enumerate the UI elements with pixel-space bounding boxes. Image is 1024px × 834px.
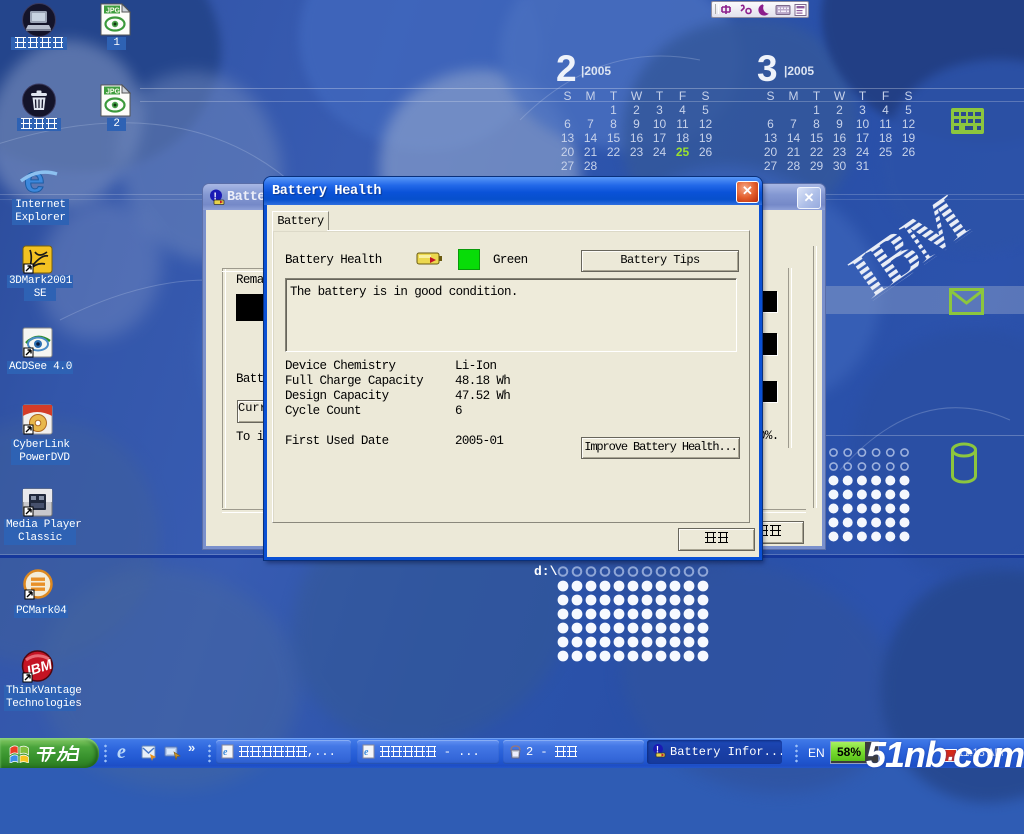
svg-text:e: e bbox=[24, 161, 45, 199]
svg-text:JPG: JPG bbox=[106, 8, 121, 15]
svg-text:e: e bbox=[364, 747, 369, 758]
svg-text:JPG: JPG bbox=[106, 89, 121, 96]
svg-text:e: e bbox=[223, 747, 228, 758]
